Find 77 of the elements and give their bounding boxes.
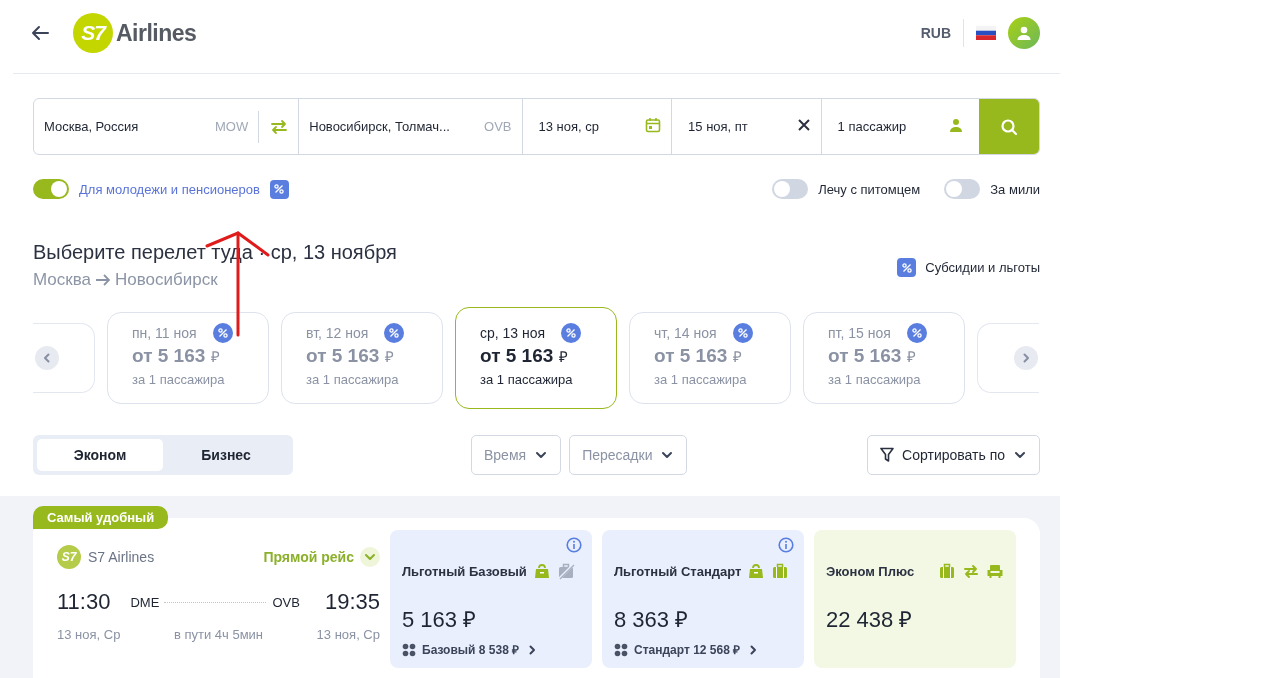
avatar-icon[interactable] [1008,17,1040,49]
date-label: ср, 13 ноя [480,325,546,341]
toggle-label: Лечу с питомцем [818,181,921,197]
logo-mark: S7 [73,13,113,53]
percent-icon [269,179,289,199]
currency-selector[interactable]: RUB [920,19,964,47]
grid-dots-icon [402,642,416,657]
airport-code: DME [130,594,160,610]
grid-dots-icon [614,642,628,657]
toggle-label: За мили [990,181,1040,197]
fare-tile[interactable]: Эконом Плюс 22 438 ₽ [814,530,1016,668]
fare-price: 22 438 ₽ [826,606,914,633]
date-card[interactable]: ср, 13 ноя от 5 163 ₽ за 1 пассажира [455,307,617,409]
date-label: вт, 12 ноя [306,325,369,341]
date-price: от 5 163 ₽ [480,345,569,367]
toggle-switch[interactable] [944,179,981,199]
date-price: от 5 163 ₽ [828,345,917,367]
percent-icon [561,323,582,343]
crossed-suitcase-icon [556,562,575,580]
flight-duration: в пути 4ч 5мин [173,627,264,642]
info-icon[interactable] [566,537,582,553]
info-icon[interactable] [778,537,794,553]
fare-name: Льготный Стандарт [614,563,742,579]
seat-icon [986,562,1004,580]
percent-icon [906,323,927,343]
date-price: от 5 163 ₽ [132,345,221,367]
fare-price: 5 163 ₽ [402,606,478,633]
fare-name: Эконом Плюс [826,563,915,579]
logo-text: Airlines [116,19,197,47]
price-note: за 1 пассажира [480,372,574,387]
upgrade-link[interactable]: Базовый 8 538 ₽ [402,641,540,658]
arrival-date: 13 ноя, Ср [316,627,380,642]
airport-code: OVB [272,594,300,610]
flag-icon[interactable] [976,26,996,40]
previous-button[interactable] [35,346,59,370]
exchange-arrows-icon [962,562,980,580]
price-note: за 1 пассажира [132,372,226,387]
sort-dropdown[interactable]: Сортировать по [867,435,1040,475]
airline-logo: S7 [57,545,81,569]
percent-icon [212,323,233,343]
cabin-tab[interactable]: Бизнес [163,439,289,471]
percent-icon [732,323,753,343]
fare-price: 8 363 ₽ [614,606,690,633]
fare-name: Льготный Базовый [402,563,527,579]
back-arrow-icon[interactable] [30,25,50,41]
arrival-time: 19:35 [324,589,380,615]
route-origin: Москва [33,270,92,290]
filter-icon [880,447,895,463]
date-label: пт, 15 ноя [828,325,891,341]
next-button[interactable] [1014,346,1038,370]
date-price: от 5 163 ₽ [654,345,743,367]
toggle-switch[interactable] [33,179,69,199]
upgrade-link[interactable]: Стандарт 12 568 ₽ [614,641,761,658]
percent-icon [384,323,405,343]
bag-icon [747,562,766,580]
price-note: за 1 пассажира [306,372,400,387]
suitcase-icon [938,562,956,580]
departure-time: 11:30 [57,589,111,615]
price-note: за 1 пассажира [828,372,922,387]
route-destination: Новосибирск [115,270,218,290]
date-label: пн, 11 ноя [132,325,197,341]
departure-date: 13 ноя, Ср [57,627,121,642]
toggle-switch[interactable] [772,179,809,199]
suitcase-icon [771,562,790,580]
best-flight-badge: Самый удобный [33,506,169,529]
cabin-tab[interactable]: Эконом [37,439,163,471]
subsidies-link[interactable]: Субсидии и льготы [925,260,1040,275]
right-arrow-icon [95,273,112,287]
airline-name: S7 Airlines [88,549,155,565]
price-note: за 1 пассажира [654,372,748,387]
fare-tile[interactable]: Льготный Стандарт 8 363 ₽ Стандарт 12 568 ₽ [602,530,804,668]
toggle-label: Для молодежи и пенсионеров [79,181,260,197]
bag-icon [532,562,551,580]
date-price: от 5 163 ₽ [306,345,395,367]
date-label: чт, 14 ноя [654,325,717,341]
percent-icon [897,258,917,277]
fare-tile[interactable]: Льготный Базовый 5 163 ₽ Базовый 8 538 ₽ [390,530,592,668]
